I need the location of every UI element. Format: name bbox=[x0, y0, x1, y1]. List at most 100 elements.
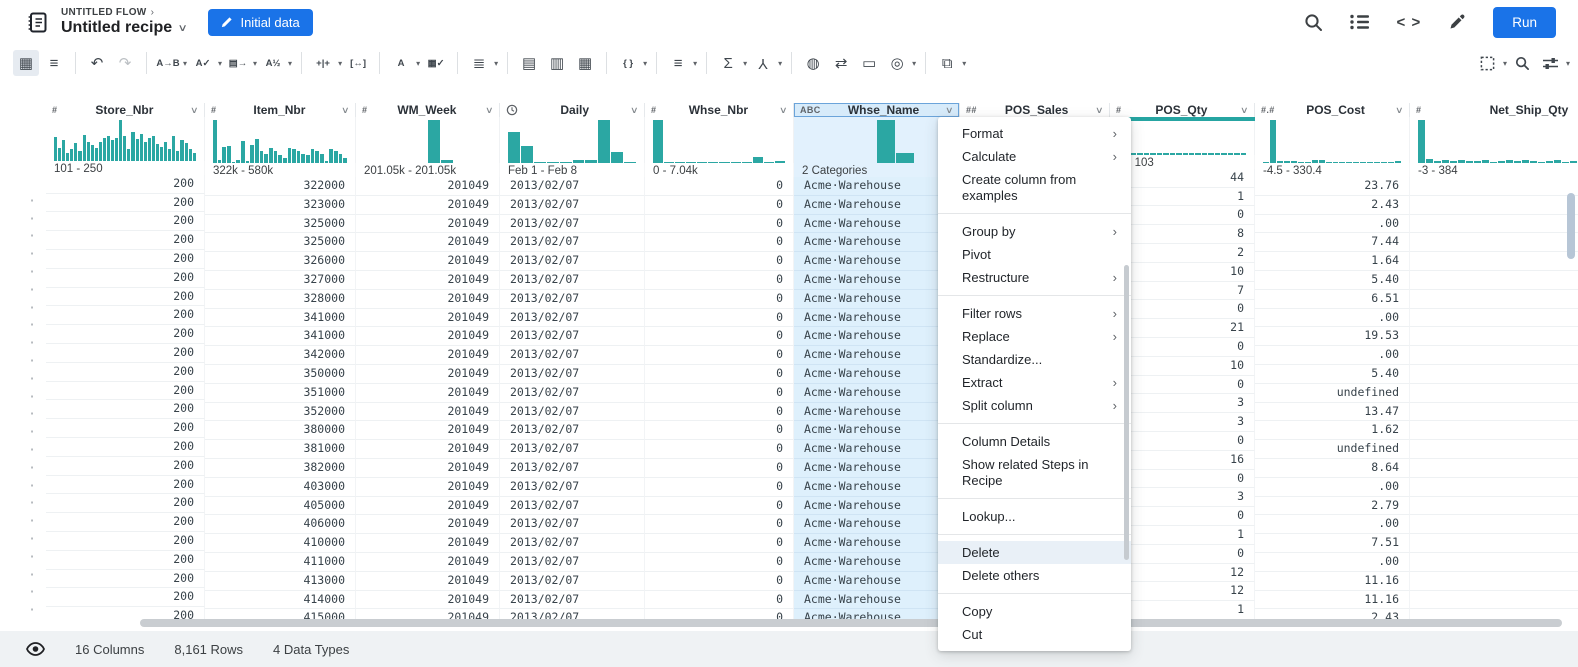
grid-view-icon[interactable]: ▦ bbox=[13, 50, 39, 76]
cell-whse_name[interactable]: Acme·Warehouse bbox=[794, 478, 960, 497]
cell-wm_week[interactable]: 201049 bbox=[356, 497, 500, 516]
dropdown-caret-icon[interactable]: ▾ bbox=[912, 59, 916, 68]
comment-icon[interactable]: ▭ bbox=[856, 50, 882, 76]
cell-pos_cost[interactable]: .00 bbox=[1255, 215, 1410, 234]
dropdown-caret-icon[interactable]: ▾ bbox=[693, 59, 697, 68]
dropdown-caret-icon[interactable]: ▾ bbox=[288, 59, 292, 68]
cell-wm_week[interactable]: 201049 bbox=[356, 346, 500, 365]
cell-pos_qty[interactable]: 0 bbox=[1110, 300, 1255, 319]
cell-wm_week[interactable]: 201049 bbox=[356, 515, 500, 534]
histogram-bar[interactable] bbox=[274, 151, 278, 163]
cell-pos_cost[interactable]: 23.76 bbox=[1255, 177, 1410, 196]
histogram-bar[interactable] bbox=[320, 154, 324, 163]
cell-net_ship_qty[interactable] bbox=[1410, 403, 1578, 422]
row-handle[interactable]: · bbox=[0, 584, 46, 602]
change-type-icon[interactable]: A→B bbox=[155, 50, 181, 76]
cell-net_ship_qty[interactable] bbox=[1410, 572, 1578, 591]
menu-item-column-details[interactable]: Column Details bbox=[938, 430, 1131, 453]
histogram-bar[interactable] bbox=[54, 137, 57, 161]
cell-pos_qty[interactable]: 3 bbox=[1110, 394, 1255, 413]
cell-item_nbr[interactable]: 413000 bbox=[205, 572, 356, 591]
cell-pos_qty[interactable]: 0 bbox=[1110, 338, 1255, 357]
view-options-icon[interactable] bbox=[1538, 50, 1564, 76]
cell-pos_qty[interactable]: 1 bbox=[1110, 188, 1255, 207]
cell-whse_nbr[interactable]: 0 bbox=[645, 309, 794, 328]
recipe-steps-icon[interactable] bbox=[1350, 14, 1370, 30]
cell-whse_nbr[interactable]: 0 bbox=[645, 534, 794, 553]
cell-daily[interactable]: 2013/02/07 bbox=[500, 440, 645, 459]
row-handle[interactable]: · bbox=[0, 228, 46, 246]
cell-whse_nbr[interactable]: 0 bbox=[645, 196, 794, 215]
column-header-wm_week[interactable]: #WM_Week∨ bbox=[356, 103, 500, 117]
eye-icon[interactable] bbox=[26, 642, 45, 656]
cell-whse_nbr[interactable]: 0 bbox=[645, 327, 794, 346]
cell-whse_name[interactable]: Acme·Warehouse bbox=[794, 271, 960, 290]
histogram-bar[interactable] bbox=[241, 141, 245, 163]
cell-daily[interactable]: 2013/02/07 bbox=[500, 346, 645, 365]
histogram-bar[interactable] bbox=[611, 152, 623, 163]
row-handle[interactable]: · bbox=[0, 317, 46, 335]
unpivot-icon[interactable]: ▤ bbox=[516, 50, 542, 76]
column-histogram[interactable] bbox=[1255, 117, 1410, 163]
title-caret-icon[interactable]: ∨ bbox=[178, 23, 188, 34]
menu-item-lookup[interactable]: Lookup... bbox=[938, 505, 1131, 528]
merge-columns-icon[interactable]: [↔] bbox=[345, 50, 371, 76]
cell-pos_cost[interactable]: 8.64 bbox=[1255, 459, 1410, 478]
cell-store_nbr[interactable]: 200 bbox=[46, 231, 205, 250]
histogram-bar[interactable] bbox=[156, 144, 159, 161]
cell-wm_week[interactable]: 201049 bbox=[356, 290, 500, 309]
cell-whse_name[interactable]: Acme·Warehouse bbox=[794, 403, 960, 422]
cell-item_nbr[interactable]: 325000 bbox=[205, 215, 356, 234]
dropdown-caret-icon[interactable]: ▾ bbox=[778, 59, 782, 68]
format-text-icon[interactable]: A bbox=[388, 50, 414, 76]
cell-wm_week[interactable]: 201049 bbox=[356, 478, 500, 497]
histogram-bar[interactable] bbox=[172, 136, 175, 161]
type-icon-number[interactable]: # bbox=[1116, 105, 1121, 115]
histogram-bar[interactable] bbox=[176, 151, 179, 160]
cell-whse_name[interactable]: Acme·Warehouse bbox=[794, 365, 960, 384]
cell-net_ship_qty[interactable] bbox=[1410, 346, 1578, 365]
histogram-bar[interactable] bbox=[74, 143, 77, 161]
cell-pos_cost[interactable]: 13.47 bbox=[1255, 403, 1410, 422]
histogram-bar[interactable] bbox=[119, 120, 122, 161]
histogram-bar[interactable] bbox=[115, 138, 118, 160]
type-icon-number[interactable]: ## bbox=[966, 105, 977, 115]
histogram-bar[interactable] bbox=[260, 151, 264, 163]
histogram-bar[interactable] bbox=[1418, 120, 1425, 163]
cell-whse_nbr[interactable]: 0 bbox=[645, 252, 794, 271]
manage-rows-icon[interactable]: ≣ bbox=[466, 50, 492, 76]
cell-pos_qty[interactable]: 3 bbox=[1110, 488, 1255, 507]
cell-net_ship_qty[interactable] bbox=[1410, 421, 1578, 440]
cell-item_nbr[interactable]: 328000 bbox=[205, 290, 356, 309]
menu-scrollbar[interactable] bbox=[1124, 265, 1129, 560]
cell-net_ship_qty[interactable] bbox=[1410, 365, 1578, 384]
histogram-bar[interactable] bbox=[164, 142, 167, 161]
status-rows-count[interactable]: 8,161 Rows bbox=[174, 642, 243, 657]
row-handle[interactable]: · bbox=[0, 549, 46, 567]
type-icon-number[interactable]: # bbox=[211, 105, 216, 115]
menu-item-calculate[interactable]: Calculate› bbox=[938, 145, 1131, 168]
row-handle[interactable]: · bbox=[0, 193, 46, 211]
histogram-bar[interactable] bbox=[91, 145, 94, 161]
dropdown-caret-icon[interactable]: ▾ bbox=[338, 59, 342, 68]
histogram-bar[interactable] bbox=[339, 154, 343, 163]
histogram-bar[interactable] bbox=[107, 136, 110, 161]
row-handle[interactable]: · bbox=[0, 353, 46, 371]
cell-whse_nbr[interactable]: 0 bbox=[645, 591, 794, 610]
cell-store_nbr[interactable]: 200 bbox=[46, 588, 205, 607]
cell-pos_qty[interactable]: 0 bbox=[1110, 376, 1255, 395]
search-icon[interactable] bbox=[1304, 13, 1323, 32]
cell-store_nbr[interactable]: 200 bbox=[46, 494, 205, 513]
cell-pos_cost[interactable]: 1.62 bbox=[1255, 421, 1410, 440]
cell-wm_week[interactable]: 201049 bbox=[356, 440, 500, 459]
cell-whse_nbr[interactable]: 0 bbox=[645, 497, 794, 516]
cell-pos_qty[interactable]: 10 bbox=[1110, 357, 1255, 376]
histogram-bar[interactable] bbox=[131, 132, 134, 161]
cell-net_ship_qty[interactable] bbox=[1410, 233, 1578, 252]
row-handle[interactable]: · bbox=[0, 531, 46, 549]
cell-whse_name[interactable]: Acme·Warehouse bbox=[794, 497, 960, 516]
cell-store_nbr[interactable]: 200 bbox=[46, 476, 205, 495]
column-histogram[interactable] bbox=[356, 117, 500, 163]
pivot-rows-icon[interactable]: ▦ bbox=[572, 50, 598, 76]
menu-item-cut[interactable]: Cut bbox=[938, 623, 1131, 646]
